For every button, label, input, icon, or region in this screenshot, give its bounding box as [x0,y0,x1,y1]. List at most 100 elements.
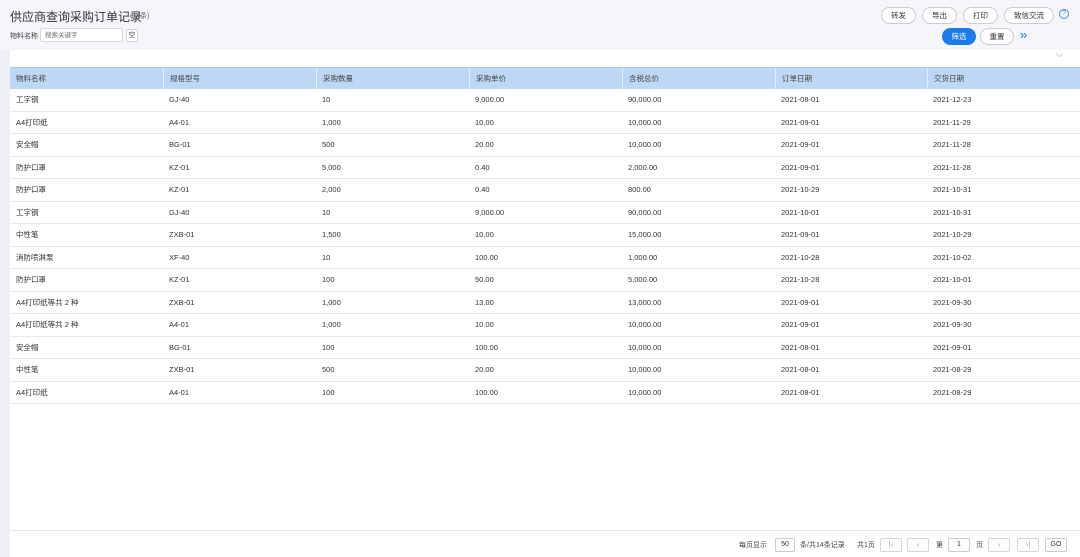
filter-button[interactable]: 筛选 [942,28,976,45]
table-row[interactable]: 安全帽 BG-01 100 100.00 10,000.00 2021-08-01 2021… [10,336,1080,359]
table-row[interactable]: A4打印纸 A4-01 100 100.00 10,000.00 2021-08-01 20… [10,381,1080,404]
table-cell: BG-01 [169,140,191,149]
table-cell: 2021-08-29 [933,387,972,397]
table-cell: 10,000.00 [628,140,662,149]
table-cell: 安全帽 [16,140,39,149]
table-cell: A4-01 [169,320,190,329]
table-cell: 0.40 [475,185,490,194]
export-button[interactable]: 导出 [922,7,957,24]
table-cell: 10 [322,95,331,104]
table-cell: 中性笔 [16,365,39,374]
table-cell: 工字钢 [16,95,39,104]
table-cell: GJ-40 [169,207,190,217]
table-cell: A4-01 [169,117,190,127]
table-cell: 2021-11-29 [933,117,971,127]
table-cell: 5,000 [322,162,341,172]
table-cell: 100 [322,342,335,352]
help-icon[interactable]: ? [1059,9,1069,19]
column-header[interactable]: 含税总价 [622,68,775,90]
per-page-select[interactable]: 50 [775,538,795,552]
table-cell: 90,000.00 [628,95,662,104]
first-page-button[interactable]: |‹ [880,538,902,552]
table-cell: 2021-10-28 [781,252,820,262]
table-cell: 2021-10-29 [933,230,972,239]
table-cell: 100.00 [475,387,498,397]
go-button[interactable]: GO [1045,538,1067,552]
forward-button[interactable]: 转发 [881,7,916,24]
page-prefix: 第 [936,542,943,549]
next-page-button[interactable]: › [988,538,1010,552]
table-cell: 10.00 [475,230,494,239]
top-toolbar: 供应商查询采购订单记录 (14条) 物料名称 空 转发 导出 打印 致信交流 ?… [0,0,1080,50]
table-cell: 500 [322,140,335,149]
table-cell: 13.00 [475,297,494,307]
per-page-label: 每页显示 [739,542,767,549]
column-header[interactable]: 交货日期 [927,68,1080,90]
table-cell: 10.00 [475,117,494,127]
table-row[interactable]: 防护口罩 KZ-01 100 50.00 5,000.00 2021-10-28 2021-… [10,269,1080,292]
table-row[interactable]: 防护口罩 KZ-01 2,000 0.40 800.00 2021-10-29 2021-1… [10,179,1080,202]
table-row[interactable]: 消防喷淋泵 XF-40 10 100.00 1,000.00 2021-10-28 2021… [10,246,1080,269]
chevron-down-icon[interactable]: ⌵ [1056,49,1063,60]
table-cell: 防护口罩 [16,275,46,284]
empty-filter-button[interactable]: 空 [126,29,138,42]
table-cell: 防护口罩 [16,162,46,172]
column-header[interactable]: 采购数量 [316,68,469,90]
table-cell: 2021-09-01 [781,117,820,127]
table-cell: 800.00 [628,185,651,194]
table-cell: 2021-12-23 [933,95,972,104]
table-cell: 2021-10-28 [781,275,820,284]
double-chevron-right-icon[interactable]: » [1020,28,1027,42]
table-cell: 90,000.00 [628,207,662,217]
table-row[interactable]: 工字钢 GJ-40 10 9,000.00 90,000.00 2021-10-01 202… [10,201,1080,224]
table-row[interactable]: A4打印纸等共 2 种 A4-01 1,000 10.00 10,000.00 2021-… [10,314,1080,337]
table-cell: KZ-01 [169,275,190,284]
table-cell: ZXB-01 [169,297,195,307]
table-cell: 2021-08-01 [781,342,820,352]
print-button[interactable]: 打印 [963,7,998,24]
column-header[interactable]: 订单日期 [775,68,927,90]
table-row[interactable]: 中性笔 ZXB-01 500 20.00 10,000.00 2021-08-01 2021… [10,359,1080,382]
table-cell: 2021-11-28 [933,162,971,172]
table-cell: A4打印纸等共 2 种 [16,297,79,307]
page-title: 供应商查询采购订单记录 [10,10,143,24]
table-cell: 100 [322,275,335,284]
table-row[interactable]: 工字钢 GJ-40 10 9,000.00 90,000.00 2021-08-01 202… [10,89,1080,112]
reset-button[interactable]: 重置 [980,28,1014,45]
table-cell: 1,000 [322,297,341,307]
record-count: (14条) [130,13,150,20]
table-cell: 10,000.00 [628,365,662,374]
table-cell: 10,000.00 [628,117,662,127]
table-cell: 100 [322,387,335,397]
column-header[interactable]: 物料名称 [10,68,163,90]
table-cell: A4打印纸等共 2 种 [16,320,79,329]
table-cell: 10,000.00 [628,320,662,329]
table-cell: 中性笔 [16,230,39,239]
column-header[interactable]: 规格型号 [163,68,316,90]
table-cell: 2021-09-30 [933,320,972,329]
table-cell: 安全帽 [16,342,39,352]
search-input[interactable] [40,28,123,42]
message-button[interactable]: 致信交流 [1004,7,1054,24]
page-number-input[interactable]: 1 [948,538,970,552]
table-cell: 13,000.00 [628,297,662,307]
table-row[interactable]: 安全帽 BG-01 500 20.00 10,000.00 2021-09-01 2021-… [10,134,1080,157]
table-cell: 2021-09-01 [933,342,972,352]
table-cell: 2021-09-01 [781,140,820,149]
table-cell: 1,000 [322,117,341,127]
table-row[interactable]: 中性笔 ZXB-01 1,500 10.00 15,000.00 2021-09-01 20… [10,224,1080,247]
table-cell: A4-01 [169,387,190,397]
table-cell: 20.00 [475,140,494,149]
table-cell: 0.40 [475,162,490,172]
last-page-button[interactable]: ›| [1017,538,1039,552]
table-cell: 15,000.00 [628,230,662,239]
table-cell: 消防喷淋泵 [16,252,54,262]
table-row[interactable]: A4打印纸等共 2 种 ZXB-01 1,000 13.00 13,000.00 2021… [10,291,1080,314]
table-cell: 10 [322,207,331,217]
table-row[interactable]: A4打印纸 A4-01 1,000 10.00 10,000.00 2021-09-01 2… [10,111,1080,134]
table-cell: 2021-08-01 [781,95,820,104]
table-cell: 100.00 [475,342,498,352]
prev-page-button[interactable]: ‹ [907,538,929,552]
column-header[interactable]: 采购单价 [469,68,622,90]
table-row[interactable]: 防护口罩 KZ-01 5,000 0.40 2,000.00 2021-09-01 2021… [10,156,1080,179]
